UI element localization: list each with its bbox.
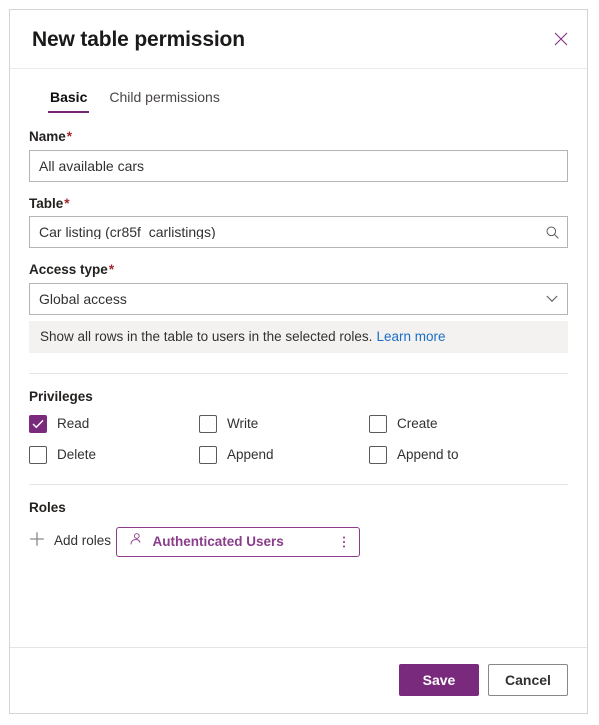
table-required-mark: * — [64, 195, 70, 211]
checkbox-append-to[interactable] — [369, 446, 387, 464]
more-vertical-icon[interactable] — [333, 529, 355, 555]
field-access-type: Access type* Global access — [29, 263, 568, 315]
cancel-button[interactable]: Cancel — [488, 664, 568, 696]
plus-glyph — [30, 531, 44, 546]
checkbox-read[interactable] — [29, 415, 47, 433]
privilege-append[interactable]: Append — [199, 446, 369, 464]
close-icon[interactable] — [545, 23, 577, 55]
new-table-permission-dialog: New table permission Basic Child permiss… — [9, 9, 588, 714]
access-type-hint-text: Show all rows in the table to users in t… — [40, 329, 373, 344]
name-label-text: Name — [29, 129, 66, 144]
field-name: Name* All available cars — [29, 130, 568, 182]
privilege-write[interactable]: Write — [199, 415, 369, 433]
privileges-grid: Read Write Create Delete Append Append t… — [29, 415, 568, 464]
name-input-value: All available cars — [39, 158, 145, 173]
checkbox-delete[interactable] — [29, 446, 47, 464]
privilege-read-label: Read — [57, 416, 90, 432]
privileges-title: Privileges — [29, 388, 93, 404]
tab-basic[interactable]: Basic — [48, 90, 90, 113]
name-required-mark: * — [66, 129, 73, 144]
table-input-value: Car listing (cr85f_carlistings) — [39, 225, 216, 239]
privilege-read[interactable]: Read — [29, 415, 199, 433]
name-input[interactable]: All available cars — [29, 149, 568, 182]
access-type-select[interactable]: Global access — [29, 282, 568, 315]
access-type-hint: Show all rows in the table to users in t… — [29, 320, 568, 353]
add-roles-label: Add roles — [54, 533, 112, 549]
checkbox-append[interactable] — [199, 446, 217, 464]
table-input[interactable]: Car listing (cr85f_carlistings) — [29, 216, 568, 248]
person-glyph — [130, 532, 140, 544]
checkbox-write[interactable] — [199, 415, 217, 433]
person-icon — [128, 532, 143, 552]
privilege-append-to[interactable]: Append to — [369, 446, 539, 464]
learn-more-link[interactable]: Learn more — [376, 329, 445, 344]
privilege-append-label: Append — [227, 447, 274, 463]
access-type-value: Global access — [39, 291, 127, 306]
access-type-label: Access type* — [29, 263, 568, 277]
privilege-delete[interactable]: Delete — [29, 446, 199, 464]
page-title: New table permission — [32, 27, 245, 51]
access-type-label-text: Access type — [29, 262, 108, 277]
tab-child-permissions[interactable]: Child permissions — [107, 90, 221, 113]
checkbox-create[interactable] — [369, 415, 387, 433]
name-label: Name* — [29, 130, 568, 144]
table-label: Table* — [29, 195, 568, 211]
privilege-create-label: Create — [397, 416, 438, 432]
dialog-footer: Save Cancel — [10, 647, 587, 713]
more-vertical-glyph — [342, 535, 345, 548]
close-glyph — [554, 32, 568, 46]
divider-privileges — [29, 372, 568, 374]
add-roles-button[interactable]: Add roles — [29, 531, 111, 552]
chevron-down-glyph — [546, 295, 558, 302]
role-chip-authenticated-users[interactable]: Authenticated Users — [115, 526, 360, 557]
privilege-create[interactable]: Create — [369, 415, 539, 433]
save-button[interactable]: Save — [399, 664, 479, 696]
search-glyph — [546, 226, 559, 239]
dialog-header: New table permission — [10, 10, 587, 69]
role-chip-label: Authenticated Users — [152, 533, 284, 549]
divider-roles — [29, 484, 568, 485]
chevron-down-icon[interactable] — [537, 295, 567, 303]
table-label-text: Table — [29, 195, 64, 211]
search-icon[interactable] — [537, 225, 567, 240]
dialog-body: Name* All available cars Table* Car list… — [10, 113, 587, 647]
roles-title: Roles — [29, 500, 66, 515]
field-table: Table* Car listing (cr85f_carlistings) — [29, 195, 568, 248]
privilege-append-to-label: Append to — [397, 447, 459, 463]
privilege-write-label: Write — [227, 416, 259, 432]
access-type-required-mark: * — [108, 262, 115, 277]
check-icon — [32, 419, 44, 429]
plus-icon — [29, 531, 45, 552]
privilege-delete-label: Delete — [57, 447, 97, 463]
tab-list: Basic Child permissions — [10, 73, 587, 113]
